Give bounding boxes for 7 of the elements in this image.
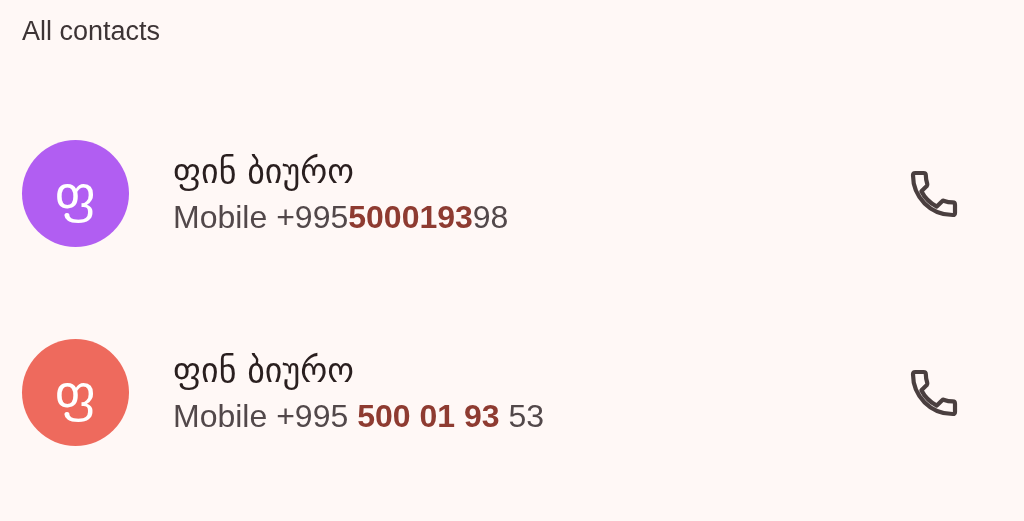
phone-number: Mobile +995 500 01 93 53 bbox=[173, 396, 544, 436]
contact-name[interactable]: ფინ ბიურო bbox=[173, 349, 354, 390]
phone-number: Mobile +995500019398 bbox=[173, 197, 509, 237]
avatar: ფ bbox=[22, 140, 129, 247]
contact-name[interactable]: ფინ ბიურო bbox=[173, 150, 354, 191]
section-header: All contacts bbox=[22, 15, 161, 48]
avatar: ფ bbox=[22, 339, 129, 446]
